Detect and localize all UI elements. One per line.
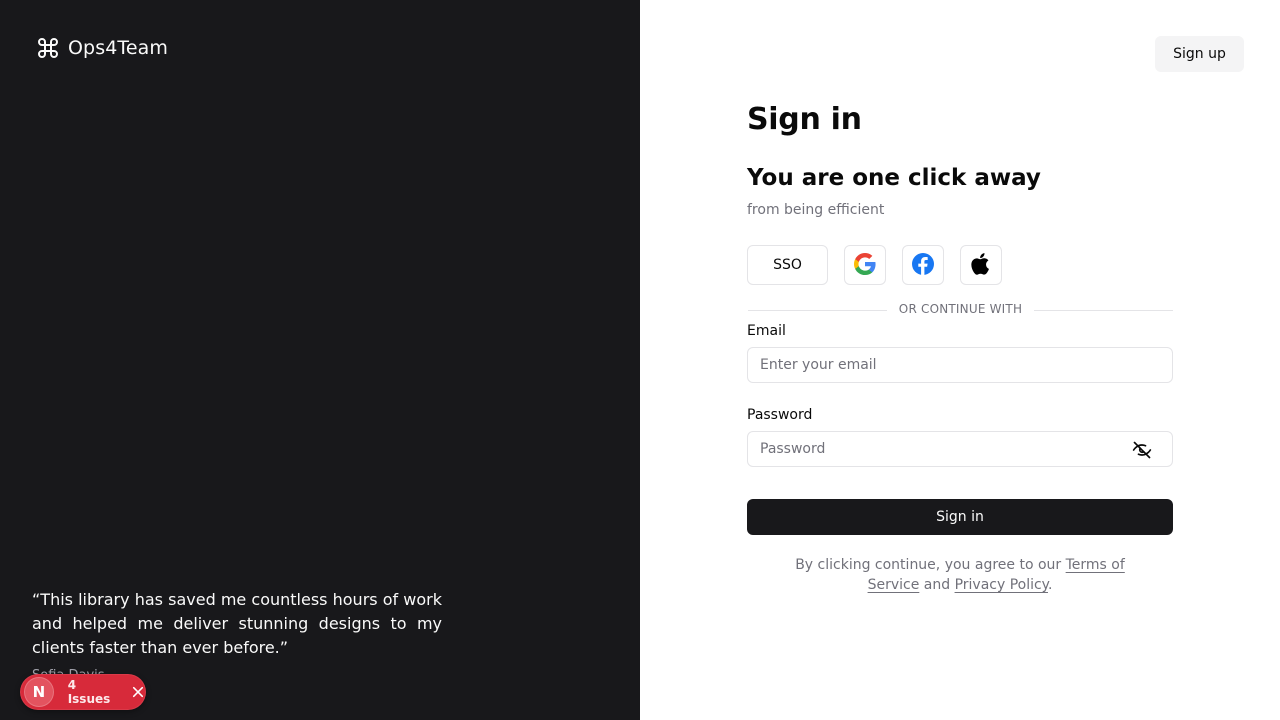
google-icon [853,252,877,279]
apple-icon [969,252,993,279]
sign-in-button[interactable]: Sign in [747,499,1173,535]
close-icon[interactable] [131,685,145,699]
email-field[interactable] [747,347,1173,383]
subline: from being efficient [747,202,885,218]
nextjs-logo-icon: N [24,677,54,707]
legal-prefix: By clicking continue, you agree to our [795,557,1066,573]
eye-off-icon[interactable] [1131,440,1153,460]
brand[interactable]: Ops4Team [36,36,168,60]
sso-button[interactable]: SSO [747,245,828,285]
brand-name: Ops4Team [68,37,169,59]
password-label: Password [747,407,813,423]
google-sign-in-button[interactable] [844,245,886,285]
testimonial-panel: Ops4Team “This library has saved me coun… [0,0,640,720]
testimonial-quote: “This library has saved me countless hou… [32,590,442,657]
facebook-sign-in-button[interactable] [902,245,944,285]
command-icon [36,36,60,60]
password-field[interactable] [747,431,1173,467]
sign-up-button[interactable]: Sign up [1155,36,1244,72]
legal-suffix: . [1047,577,1053,593]
page-title: Sign in [747,102,862,137]
privacy-policy-link[interactable]: Privacy Policy [955,577,1048,593]
auth-panel: Sign up Sign in You are one click away f… [640,0,1280,720]
issues-badge[interactable]: N 4 Issues [20,674,146,710]
email-label: Email [747,323,786,339]
divider-line [748,310,887,311]
divider-text: OR CONTINUE WITH [898,302,1023,316]
divider-line [1034,310,1173,311]
issues-count-label[interactable]: 4 Issues [68,678,122,706]
apple-sign-in-button[interactable] [960,245,1002,285]
facebook-icon [911,252,935,279]
legal-conjunction: and [919,577,955,593]
headline: You are one click away [747,165,1041,191]
legal-notice: By clicking continue, you agree to our T… [795,555,1125,595]
